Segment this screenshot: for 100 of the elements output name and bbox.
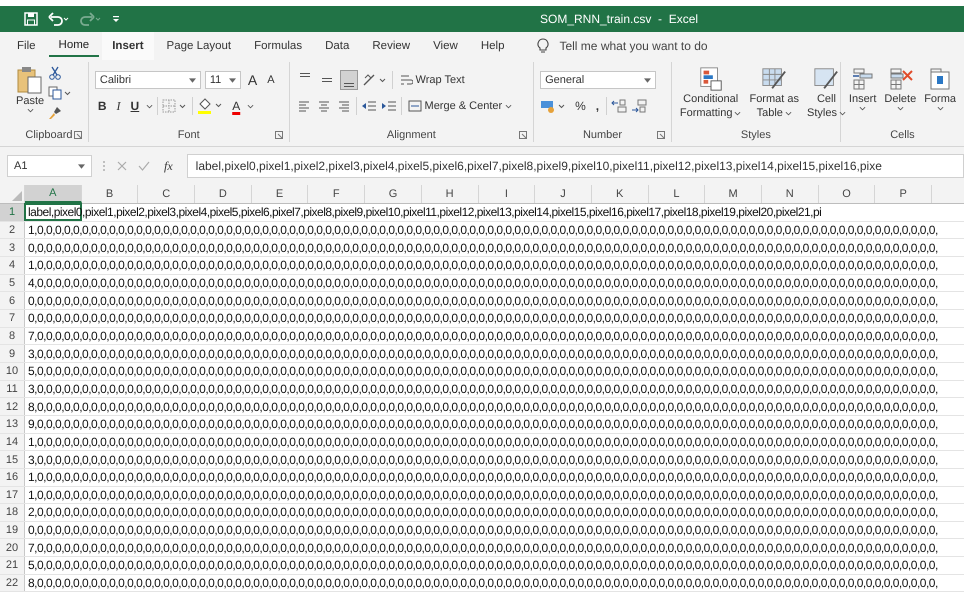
- table-cell-text: 5,0,0,0,0,0,0,0,0,0,0,0,0,0,0,0,0,0,0,0,0,0,0,0,0,0,0,0,0,0,0,0,0,0,0,0,0,0,0,0,0,0,0,0,0,0,0,0,0,0,0,0,0,0,0,0,0,0,0,0,0,0,0,0,0,0,0,0,0,0,0,0,0,0,0,0,0,0,0,0,0,0,0,0,0,0,0,0,0,0,0,0,0,0,0,0,0,0,0,0,0,: [27, 364, 938, 378]
- row-header[interactable]: 1: [0, 204, 25, 221]
- row-header[interactable]: 14: [0, 434, 25, 450]
- name-box[interactable]: A1: [7, 155, 92, 177]
- decrease-decimal-icon[interactable]: [631, 99, 648, 113]
- number-format-field[interactable]: General: [540, 71, 656, 89]
- bold-button[interactable]: B: [94, 96, 110, 116]
- table-cell-text: 3,0,0,0,0,0,0,0,0,0,0,0,0,0,0,0,0,0,0,0,0,0,0,0,0,0,0,0,0,0,0,0,0,0,0,0,0,0,0,0,0,0,0,0,0,0,0,0,0,0,0,0,0,0,0,0,0,0,0,0,0,0,0,0,0,0,0,0,0,0,0,0,0,0,0,0,0,0,0,0,0,0,0,0,0,0,0,0,0,0,0,0,0,0,0,0,0,0,0,0,0,: [27, 452, 938, 467]
- dialog-launcher-icon[interactable]: [274, 131, 283, 139]
- paste-button[interactable]: Paste: [16, 64, 44, 115]
- ribbon-tab[interactable]: Formulas: [244, 32, 312, 60]
- dropdown-caret-icon: [644, 78, 652, 82]
- table-cell-text: 4,0,0,0,0,0,0,0,0,0,0,0,0,0,0,0,0,0,0,0,0,0,0,0,0,0,0,0,0,0,0,0,0,0,0,0,0,0,0,0,0,0,0,0,0,0,0,0,0,0,0,0,0,0,0,0,0,0,0,0,0,0,0,0,0,0,0,0,0,0,0,0,0,0,0,0,0,0,0,0,0,0,0,0,0,0,0,0,0,0,0,0,0,0,0,0,0,0,0,0,0,: [27, 276, 938, 290]
- lightbulb-icon[interactable]: [537, 38, 550, 54]
- column-header[interactable]: P: [875, 185, 932, 203]
- orientation-icon[interactable]: [362, 73, 388, 87]
- column-header[interactable]: M: [705, 185, 762, 203]
- row-header[interactable]: 4: [0, 256, 25, 274]
- row-header[interactable]: 11: [0, 380, 25, 398]
- caret-icon: [896, 106, 904, 111]
- row-header[interactable]: 7: [0, 310, 25, 327]
- wrap-text-button[interactable]: Wrap Text: [396, 70, 467, 90]
- row-header[interactable]: 10: [0, 362, 25, 380]
- column-header[interactable]: J: [535, 185, 592, 203]
- ribbon-tab[interactable]: Help: [470, 32, 514, 60]
- row-header[interactable]: 15: [0, 451, 25, 468]
- shrink-font-button[interactable]: A: [264, 70, 278, 90]
- style-button[interactable]: Cell Styles: [804, 64, 848, 122]
- column-header[interactable]: D: [195, 185, 252, 203]
- row-header[interactable]: 18: [0, 504, 25, 521]
- column-header[interactable]: N: [762, 185, 819, 203]
- dialog-launcher-icon[interactable]: [519, 131, 528, 139]
- ribbon-tab[interactable]: Home: [48, 35, 100, 57]
- row-header[interactable]: 13: [0, 416, 25, 433]
- style-button[interactable]: Conditional Formatting: [678, 64, 744, 122]
- scissors-icon[interactable]: [48, 66, 62, 80]
- insert-function-button[interactable]: fx: [160, 158, 177, 174]
- dialog-launcher-icon[interactable]: [656, 131, 665, 139]
- cells-button[interactable]: Insert: [846, 64, 878, 113]
- column-header[interactable]: K: [592, 185, 649, 203]
- row-header[interactable]: 20: [0, 539, 25, 556]
- dialog-launcher-icon[interactable]: [74, 131, 82, 139]
- row-header[interactable]: 21: [0, 557, 25, 574]
- row-header[interactable]: 3: [0, 239, 25, 256]
- table-cell-text: 5,0,0,0,0,0,0,0,0,0,0,0,0,0,0,0,0,0,0,0,0,0,0,0,0,0,0,0,0,0,0,0,0,0,0,0,0,0,0,0,0,0,0,0,0,0,0,0,0,0,0,0,0,0,0,0,0,0,0,0,0,0,0,0,0,0,0,0,0,0,0,0,0,0,0,0,0,0,0,0,0,0,0,0,0,0,0,0,0,0,0,0,0,0,0,0,0,0,0,0,0,: [27, 558, 938, 572]
- row-header[interactable]: 19: [0, 522, 25, 538]
- column-header[interactable]: H: [422, 185, 478, 203]
- row-header[interactable]: 22: [0, 574, 25, 592]
- copy-icon[interactable]: [48, 86, 72, 100]
- column-header[interactable]: O: [818, 185, 876, 203]
- cells-button[interactable]: Forma: [922, 64, 958, 113]
- column-header[interactable]: I: [478, 185, 536, 203]
- grow-font-button[interactable]: A: [244, 70, 260, 90]
- percent-button[interactable]: %: [572, 96, 589, 116]
- table-cell-text: 9,0,0,0,0,0,0,0,0,0,0,0,0,0,0,0,0,0,0,0,0,0,0,0,0,0,0,0,0,0,0,0,0,0,0,0,0,0,0,0,0,0,0,0,0,0,0,0,0,0,0,0,0,0,0,0,0,0,0,0,0,0,0,0,0,0,0,0,0,0,0,0,0,0,0,0,0,0,0,0,0,0,0,0,0,0,0,0,0,0,0,0,0,0,0,0,0,0,0,0,0,: [27, 417, 938, 432]
- column-header[interactable]: G: [365, 185, 422, 203]
- caret-icon: [838, 110, 846, 116]
- font-name-field[interactable]: Calibri: [94, 71, 201, 89]
- ribbon-tab[interactable]: View: [423, 32, 468, 60]
- column-header[interactable]: C: [138, 185, 196, 203]
- vertical-align-button[interactable]: [340, 70, 358, 90]
- column-header[interactable]: F: [308, 185, 366, 203]
- increase-decimal-icon[interactable]: [611, 99, 628, 113]
- borders-icon[interactable]: [162, 99, 188, 113]
- save-icon[interactable]: [24, 12, 38, 26]
- brush-icon[interactable]: [48, 106, 62, 120]
- row-header[interactable]: 5: [0, 274, 25, 292]
- cell-style-icon: [813, 66, 840, 92]
- ribbon-tab[interactable]: Page Layout: [156, 32, 242, 60]
- row-header[interactable]: 6: [0, 292, 25, 309]
- ribbon-tab[interactable]: Data: [315, 32, 360, 60]
- row-header[interactable]: 9: [0, 345, 25, 362]
- formula-field[interactable]: label,pixel0,pixel1,pixel2,pixel3,pixel4,pixel5,pixel6,pixel7,pixel8,pixel9,pixel10,pixel11,pixel12,pixel13,pixel14,pixel15,pixel16,pixe: [186, 154, 964, 178]
- column-header[interactable]: L: [648, 185, 706, 203]
- row-header[interactable]: 16: [0, 468, 25, 486]
- row-header[interactable]: 8: [0, 328, 25, 344]
- column-header[interactable]: E: [252, 185, 308, 203]
- column-header[interactable]: B: [82, 185, 138, 203]
- column-header[interactable]: A: [25, 185, 82, 203]
- font-color-button[interactable]: A: [229, 96, 244, 116]
- ribbon-tab[interactable]: Insert: [102, 32, 154, 60]
- undo-icon[interactable]: [48, 12, 70, 26]
- font-size-field[interactable]: 11: [204, 71, 241, 89]
- group-label: Number: [582, 129, 622, 141]
- comma-style-button[interactable]: ,: [592, 96, 602, 116]
- cells-button[interactable]: Delete: [882, 64, 918, 113]
- tell-me-field[interactable]: Tell me what you want to do: [559, 39, 708, 53]
- row-header[interactable]: 12: [0, 398, 25, 415]
- merge-cells-icon: [408, 99, 422, 113]
- underline-button[interactable]: U: [128, 96, 142, 116]
- customize-icon[interactable]: [112, 14, 120, 24]
- decrease-indent-icon[interactable]: [360, 99, 377, 113]
- ribbon-tab[interactable]: File: [7, 32, 46, 60]
- row-header[interactable]: 2: [0, 222, 25, 238]
- increase-indent-icon[interactable]: [380, 99, 397, 113]
- merge-center-button[interactable]: Merge & Center: [406, 96, 514, 116]
- row-header[interactable]: 17: [0, 486, 25, 504]
- italic-button[interactable]: I: [114, 96, 124, 116]
- ribbon-tab[interactable]: Review: [362, 32, 420, 60]
- style-button[interactable]: Format as Table: [747, 64, 801, 122]
